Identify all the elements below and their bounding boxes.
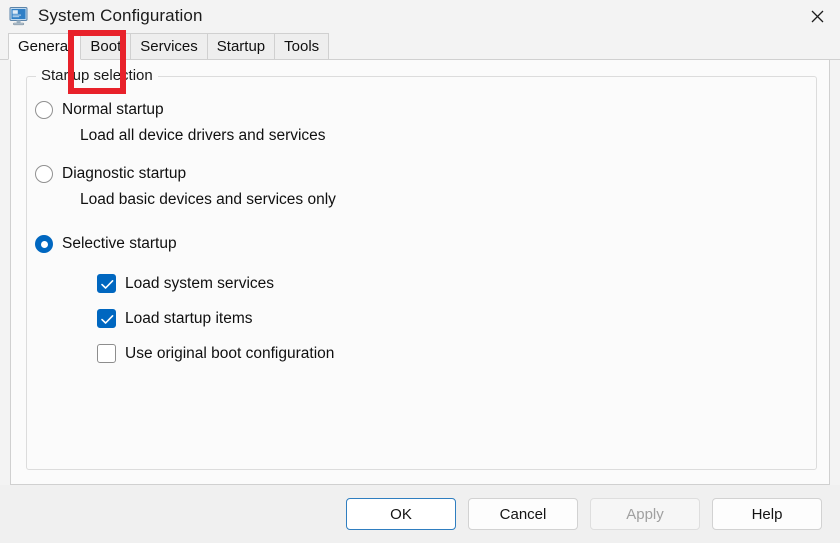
radio-diagnostic-startup[interactable]: Diagnostic startup: [35, 161, 808, 187]
ok-button[interactable]: OK: [346, 498, 456, 530]
radio-selective-startup-label: Selective startup: [62, 235, 177, 252]
tab-boot-label: Boot: [90, 38, 122, 55]
checkbox-use-original-boot-configuration-indicator: [97, 344, 116, 363]
help-button[interactable]: Help: [712, 498, 822, 530]
startup-selection-legend: Startup selection: [36, 67, 158, 85]
window-title: System Configuration: [38, 6, 203, 25]
checkbox-load-system-services[interactable]: Load system services: [97, 266, 808, 301]
tab-startup[interactable]: Startup: [206, 33, 276, 60]
normal-startup-description: Load all device drivers and services: [80, 127, 326, 144]
system-configuration-window: System Configuration General Boot Servic…: [0, 0, 840, 543]
checkbox-load-startup-items[interactable]: Load startup items: [97, 301, 808, 336]
apply-button-label: Apply: [626, 505, 664, 523]
tab-services-label: Services: [140, 38, 198, 55]
cancel-button-label: Cancel: [499, 505, 547, 523]
radio-normal-startup[interactable]: Normal startup: [35, 97, 808, 123]
radio-selective-startup-indicator: [35, 235, 53, 253]
tab-services[interactable]: Services: [130, 33, 208, 60]
diagnostic-startup-description: Load basic devices and services only: [80, 191, 336, 208]
tab-general[interactable]: General: [8, 33, 82, 60]
radio-diagnostic-startup-label: Diagnostic startup: [62, 165, 187, 182]
checkbox-use-original-boot-configuration-label: Use original boot configuration: [125, 344, 335, 362]
tab-startup-label: Startup: [216, 38, 266, 55]
radio-diagnostic-startup-indicator: [35, 165, 53, 183]
tab-strip: General Boot Services Startup Tools: [0, 32, 840, 60]
checkbox-load-system-services-indicator: [97, 274, 116, 293]
tab-boot[interactable]: Boot: [80, 33, 132, 60]
ok-button-label: OK: [390, 505, 412, 523]
title-bar: System Configuration: [0, 0, 840, 32]
checkbox-load-startup-items-label: Load startup items: [125, 309, 253, 327]
help-button-label: Help: [751, 505, 783, 523]
radio-selective-startup[interactable]: Selective startup: [35, 231, 808, 257]
general-tab-page: Startup selection Normal startup Load al…: [10, 60, 830, 485]
checkbox-use-original-boot-configuration[interactable]: Use original boot configuration: [97, 336, 808, 371]
dialog-button-bar: OK Cancel Apply Help: [0, 485, 840, 543]
tab-tools-label: Tools: [284, 38, 320, 55]
tab-general-label: General: [18, 38, 72, 55]
close-icon[interactable]: [794, 0, 840, 32]
apply-button: Apply: [590, 498, 700, 530]
checkbox-load-system-services-label: Load system services: [125, 274, 275, 292]
checkbox-load-startup-items-indicator: [97, 309, 116, 328]
radio-normal-startup-label: Normal startup: [62, 101, 164, 118]
cancel-button[interactable]: Cancel: [468, 498, 578, 530]
tab-tools[interactable]: Tools: [274, 33, 330, 60]
msconfig-monitor-icon: [8, 5, 30, 27]
radio-normal-startup-indicator: [35, 101, 53, 119]
startup-selection-group: Startup selection Normal startup Load al…: [26, 67, 817, 470]
startup-selection-body: Normal startup Load all device drivers a…: [35, 97, 808, 371]
